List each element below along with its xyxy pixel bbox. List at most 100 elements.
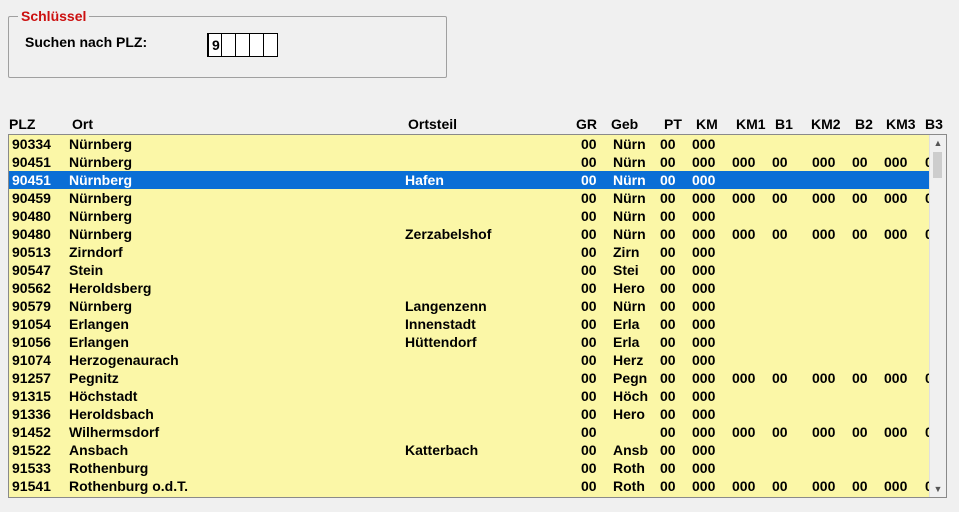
- cell-gr: 00: [581, 208, 597, 224]
- cell-b1: 00: [772, 424, 788, 440]
- cell-ort: Ansbach: [69, 442, 129, 458]
- cell-ort: Stein: [69, 262, 104, 278]
- column-header-km2[interactable]: KM2: [811, 116, 841, 132]
- cell-pt: 00: [660, 370, 676, 386]
- cell-geb: Höch: [613, 388, 648, 404]
- cell-pt: 00: [660, 406, 676, 422]
- table-row[interactable]: 91074 Herzogenaurach 00 Herz 00 000: [9, 351, 930, 369]
- table-row[interactable]: 91336 Heroldsbach 00 Hero 00 000: [9, 405, 930, 423]
- cell-gr: 00: [581, 334, 597, 350]
- cell-gr: 00: [581, 352, 597, 368]
- table-row[interactable]: 91541 Rothenburg o.d.T. 00 Roth 00 000 000 00 00…: [9, 477, 930, 495]
- cell-geb: Stei: [613, 262, 639, 278]
- cell-pt: 00: [660, 424, 676, 440]
- column-header-pt[interactable]: PT: [664, 116, 682, 132]
- cell-ort: Nürnberg: [69, 208, 132, 224]
- table-row[interactable]: 90579 Nürnberg Langenzenn 00 Nürn 00 000: [9, 297, 930, 315]
- cell-ort: Herzogenaurach: [69, 352, 179, 368]
- table-row[interactable]: 90451Nürnberg00Nürn0000000000000000000: [9, 153, 930, 171]
- cell-pt: 00: [660, 280, 676, 296]
- group-title: Schlüssel: [18, 8, 90, 24]
- cell-gr: 00: [581, 316, 597, 332]
- cell-gr: 00: [581, 460, 597, 476]
- plz-digit-2[interactable]: [221, 33, 236, 57]
- plz-digit-5[interactable]: [263, 33, 278, 57]
- cell-b1: 00: [772, 226, 788, 242]
- table-row[interactable]: 91522 Ansbach Katterbach 00 Ansb 00 000: [9, 441, 930, 459]
- column-header-ortsteil[interactable]: Ortsteil: [408, 116, 457, 132]
- cell-gr: 00: [581, 388, 597, 404]
- search-groupbox: Schlüssel Suchen nach PLZ: 9: [8, 8, 447, 78]
- cell-km: 000: [692, 406, 716, 422]
- plz-digit-4[interactable]: [249, 33, 264, 57]
- cell-gr: 00: [581, 370, 597, 386]
- table-row[interactable]: 90480 Nürnberg 00 Nürn 00 000: [9, 207, 930, 225]
- table-row[interactable]: 90459Nürnberg00Nürn0000000000000000000: [9, 189, 930, 207]
- cell-ort: Heroldsberg: [69, 280, 152, 296]
- column-header-km3[interactable]: KM3: [886, 116, 916, 132]
- cell-km3: 000: [884, 154, 908, 170]
- column-header-b3[interactable]: B3: [925, 116, 943, 132]
- table-row[interactable]: 91533 Rothenburg 00 Roth 00 000: [9, 459, 930, 477]
- plz-digit-1[interactable]: 9: [207, 33, 222, 57]
- column-header-ort[interactable]: Ort: [72, 116, 93, 132]
- plz-search-input[interactable]: 9: [207, 33, 278, 57]
- column-header-plz[interactable]: PLZ: [9, 116, 35, 132]
- cell-geb: Herz: [613, 352, 644, 368]
- cell-gr: 00: [581, 244, 597, 260]
- plz-digit-3[interactable]: [235, 33, 250, 57]
- table-row[interactable]: 90547 Stein 00 Stei 00 000: [9, 261, 930, 279]
- cell-ortsteil: Hüttendorf: [405, 334, 477, 350]
- cell-km: 000: [692, 226, 716, 242]
- cell-km: 000: [692, 316, 716, 332]
- table-row[interactable]: 90480 Nürnberg Zerzabelshof 00 Nürn 00 000 000 0…: [9, 225, 930, 243]
- cell-gr: 00: [581, 478, 597, 494]
- cell-gr: 00: [581, 262, 597, 278]
- table-row[interactable]: 91257Pegnitz00Pegn0000000000000000000: [9, 369, 930, 387]
- cell-pt: 00: [660, 208, 676, 224]
- cell-plz: 90334: [12, 136, 51, 152]
- plz-list[interactable]: 90334 Nürnberg 00 Nürn 00 000 90451 Nürnberg 00 N…: [8, 134, 947, 498]
- table-row[interactable]: 90513 Zirndorf 00 Zirn 00 000: [9, 243, 930, 261]
- cell-plz: 91533: [12, 460, 51, 476]
- cell-b1: 00: [772, 154, 788, 170]
- column-header-km[interactable]: KM: [696, 116, 718, 132]
- cell-km3: 000: [884, 190, 908, 206]
- cell-plz: 91336: [12, 406, 51, 422]
- arrow-up-icon[interactable]: ▲: [930, 135, 946, 151]
- arrow-down-icon[interactable]: ▼: [930, 481, 946, 497]
- scrollbar-thumb[interactable]: [933, 152, 942, 178]
- column-header-b2[interactable]: B2: [855, 116, 873, 132]
- cell-km1: 000: [732, 370, 756, 386]
- table-row-selected[interactable]: 90451 Nürnberg Hafen 00 Nürn 00 000: [9, 171, 930, 189]
- column-header-gr[interactable]: GR: [576, 116, 597, 132]
- cell-km2: 000: [812, 190, 836, 206]
- cell-km: 000: [692, 388, 716, 404]
- cell-gr: 00: [581, 424, 597, 440]
- cell-km: 000: [692, 478, 716, 494]
- vertical-scrollbar[interactable]: ▲ ▼: [929, 135, 946, 497]
- column-header-geb[interactable]: Geb: [611, 116, 638, 132]
- column-header-km1[interactable]: KM1: [736, 116, 766, 132]
- cell-geb: Nürn: [613, 190, 646, 206]
- cell-pt: 00: [660, 262, 676, 278]
- cell-geb: Nürn: [613, 298, 646, 314]
- cell-km: 000: [692, 280, 716, 296]
- cell-pt: 00: [660, 352, 676, 368]
- cell-ort: Rothenburg o.d.T.: [69, 478, 188, 494]
- cell-plz: 91257: [12, 370, 51, 386]
- column-header-b1[interactable]: B1: [775, 116, 793, 132]
- cell-gr: 00: [581, 442, 597, 458]
- cell-b2: 00: [852, 424, 868, 440]
- table-row[interactable]: 91054 Erlangen Innenstadt 00 Erla 00 000: [9, 315, 930, 333]
- cell-km: 000: [692, 442, 716, 458]
- table-row[interactable]: 90562 Heroldsberg 00 Hero 00 000: [9, 279, 930, 297]
- table-row[interactable]: 91315 Höchstadt 00 Höch 00 000: [9, 387, 930, 405]
- cell-km: 000: [692, 352, 716, 368]
- table-row[interactable]: 91452Wilhermsdorf000000000000000000000: [9, 423, 930, 441]
- cell-km3: 000: [884, 226, 908, 242]
- table-row[interactable]: 90334 Nürnberg 00 Nürn 00 000: [9, 135, 930, 153]
- table-row[interactable]: 91056 Erlangen Hüttendorf 00 Erla 00 000: [9, 333, 930, 351]
- cell-km: 000: [692, 424, 716, 440]
- cell-ort: Heroldsbach: [69, 406, 154, 422]
